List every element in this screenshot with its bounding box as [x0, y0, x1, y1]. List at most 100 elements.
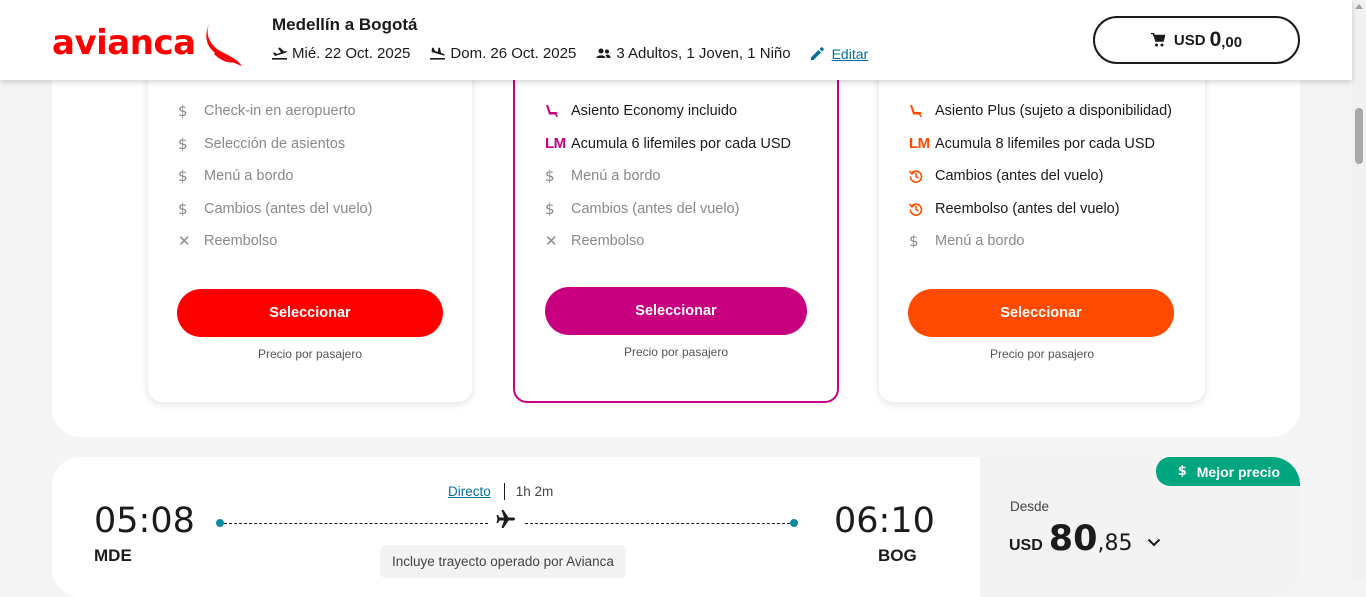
feature-text: Menú a bordo	[204, 168, 294, 185]
history-icon	[909, 202, 935, 216]
price-per-passenger-note: Precio por pasajero	[989, 347, 1095, 361]
page-scrollbar[interactable]	[1352, 0, 1366, 581]
fare-feature: ✕ Reembolso	[545, 225, 791, 258]
price-currency: USD	[1009, 537, 1043, 554]
feature-text: Asiento Economy incluido	[571, 103, 738, 120]
arrival-time: 06:10	[834, 501, 935, 541]
lifemiles-icon: LM	[545, 135, 566, 153]
route-info: Directo 1h 2m	[448, 483, 553, 500]
feature-text: Acumula 8 lifemiles por cada USD	[935, 135, 1156, 152]
cart-icon	[1150, 33, 1165, 47]
fare-options-panel: $ Check-in en aeropuerto $ Selección de …	[52, 40, 1300, 437]
feature-text: Reembolso	[571, 233, 645, 250]
fare-feature: $ Menú a bordo	[545, 160, 791, 193]
edit-label: Editar	[831, 45, 869, 62]
feature-text: Check-in en aeropuerto	[204, 103, 356, 120]
passengers-icon	[596, 48, 611, 58]
price-amount: 80	[1048, 519, 1098, 559]
fare-feature: LM Acumula 8 lifemiles por cada USD	[909, 128, 1172, 161]
cart-amount-decimals: ,00	[1221, 33, 1243, 51]
operated-by-note: Incluye trayecto operado por Avianca	[380, 545, 626, 578]
fare-feature: $ Cambios (antes del vuelo)	[178, 193, 372, 226]
price-per-passenger-note: Precio por pasajero	[623, 345, 729, 359]
avianca-logo[interactable]: avianca	[52, 20, 244, 66]
dollar-icon: $	[178, 199, 188, 218]
seat-icon	[545, 104, 571, 118]
return-date-text: Dom. 26 Oct. 2025	[450, 45, 577, 62]
logo-bird-icon	[205, 22, 242, 66]
cart-button[interactable]: USD 0 ,00	[1093, 16, 1300, 64]
fare-feature: LM Acumula 6 lifemiles por cada USD	[545, 128, 791, 161]
arrival-airport-code: BOG	[878, 546, 917, 565]
feature-text: Menú a bordo	[571, 168, 661, 185]
scroll-thumb[interactable]	[1355, 108, 1363, 164]
route-title: Medellín a Bogotá	[272, 15, 418, 34]
fare-feature: $ Cambios (antes del vuelo)	[545, 193, 791, 226]
dollar-icon: $	[545, 167, 555, 186]
cross-icon: ✕	[178, 232, 191, 251]
feature-text: Acumula 6 lifemiles por cada USD	[571, 135, 792, 152]
best-price-label: Mejor precio	[1196, 463, 1280, 480]
price-toggle[interactable]: USD 80 ,85	[1009, 519, 1161, 559]
best-price-badge: $ Mejor precio	[1155, 457, 1300, 486]
price-from-label: Desde	[1010, 499, 1050, 514]
select-basic-fare-button[interactable]: Seleccionar	[177, 289, 443, 337]
scroll-up-arrow-icon[interactable]	[1355, 4, 1363, 9]
dollar-icon: $	[178, 134, 188, 153]
passenger-count-text: 3 Adultos, 1 Joven, 1 Niño	[616, 45, 791, 62]
feature-text: Selección de asientos	[204, 135, 346, 152]
seat-icon	[909, 104, 935, 118]
fare-feature: Asiento Economy incluido	[545, 95, 791, 128]
select-flex-fare-button[interactable]: Seleccionar	[908, 289, 1174, 337]
dollar-icon: $	[178, 167, 188, 186]
passenger-count: 3 Adultos, 1 Joven, 1 Niño	[596, 45, 791, 62]
direct-flight-link[interactable]: Directo	[448, 484, 491, 499]
dollar-icon: $	[545, 199, 555, 218]
fare-feature-list: Asiento Economy incluido LM Acumula 6 li…	[545, 95, 791, 258]
dollar-icon: $	[1177, 464, 1187, 479]
departure-date-text: Mié. 22 Oct. 2025	[292, 45, 411, 62]
feature-text: Asiento Plus (sujeto a disponibilidad)	[935, 103, 1172, 120]
feature-text: Cambios (antes del vuelo)	[935, 168, 1104, 185]
feature-text: Reembolso	[204, 233, 278, 250]
return-date: Dom. 26 Oct. 2025	[430, 45, 576, 62]
airplane-icon	[496, 510, 515, 528]
fare-feature: Reembolso (antes del vuelo)	[909, 193, 1172, 226]
plane-landing-icon	[430, 47, 446, 60]
fare-feature: $ Menú a bordo	[178, 160, 372, 193]
departure-time: 05:08	[94, 501, 195, 541]
flight-duration: 1h 2m	[515, 484, 554, 499]
flight-price-panel[interactable]: $ Mejor precio Desde USD 80 ,85	[980, 457, 1300, 597]
top-header: avianca Medellín a Bogotá Mié. 22 Oct. 2…	[0, 0, 1352, 80]
select-classic-fare-button[interactable]: Seleccionar	[545, 287, 807, 335]
logo-wordmark: avianca	[52, 23, 196, 63]
flight-itinerary: 05:08 MDE Directo 1h 2m Incluye trayecto…	[52, 457, 980, 597]
lifemiles-icon: LM	[909, 135, 930, 153]
route-dash-right	[525, 522, 790, 524]
flight-result-card[interactable]: 05:08 MDE Directo 1h 2m Incluye trayecto…	[52, 457, 1300, 597]
departure-airport-code: MDE	[94, 546, 132, 565]
price-per-passenger-note: Precio por pasajero	[257, 347, 363, 361]
fare-card-classic: Asiento Economy incluido LM Acumula 6 li…	[513, 40, 839, 403]
fare-feature: Cambios (antes del vuelo)	[909, 160, 1172, 193]
price-decimals: ,85	[1097, 531, 1133, 556]
feature-text: Menú a bordo	[935, 233, 1025, 250]
departure-date: Mié. 22 Oct. 2025	[272, 45, 410, 62]
cart-currency: USD	[1173, 31, 1206, 49]
history-icon	[909, 169, 935, 184]
trip-summary: Mié. 22 Oct. 2025 Dom. 26 Oct. 2025 3 Ad…	[272, 45, 868, 62]
route-dash-left	[224, 522, 488, 524]
plane-takeoff-icon	[272, 47, 287, 60]
fare-feature: $ Menú a bordo	[909, 225, 1172, 258]
origin-dot	[216, 519, 224, 527]
dollar-icon: $	[178, 102, 188, 121]
feature-text: Reembolso (antes del vuelo)	[935, 200, 1120, 217]
route-info-divider	[503, 483, 505, 500]
chevron-down-icon[interactable]	[1147, 538, 1161, 547]
cart-amount: 0	[1209, 28, 1222, 51]
dollar-icon: $	[909, 232, 919, 251]
fare-card-basic: $ Check-in en aeropuerto $ Selección de …	[148, 40, 472, 402]
fare-feature-list: Asiento Plus (sujeto a disponibilidad) L…	[909, 95, 1172, 258]
edit-search-link[interactable]: Editar	[810, 45, 869, 62]
fare-feature-list: $ Check-in en aeropuerto $ Selección de …	[178, 95, 372, 258]
